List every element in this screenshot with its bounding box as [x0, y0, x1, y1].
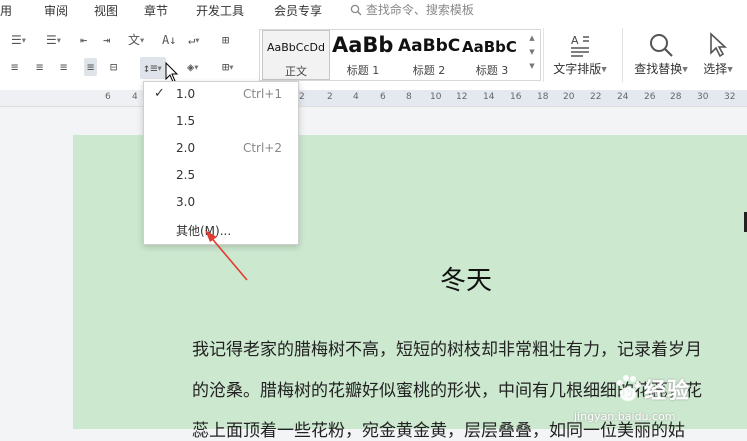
watermark-text: 经验: [644, 379, 691, 404]
ruler-tick: 24: [617, 92, 629, 102]
paragraph-line[interactable]: 我记得老家的腊梅树不高，短短的树枝却非常粗壮有力，记录着岁月: [192, 335, 702, 360]
search-placeholder: 查找命令、搜索模板: [365, 3, 474, 17]
show-marks-icon[interactable]: ↵▼: [188, 31, 199, 50]
baidu-jingyan-watermark: 经验 jingyan.baidu.com: [574, 370, 747, 429]
ruler-tick: 2: [327, 92, 333, 102]
find-replace-button[interactable]: 查找替换▼: [630, 30, 692, 77]
style-heading-2-name: 标题 2: [412, 64, 446, 77]
ruler-tick: 32: [724, 92, 736, 102]
ruler-tick: 6: [380, 92, 386, 102]
text-layout-label: 文字排版: [553, 62, 602, 76]
ruler-tick: 12: [456, 92, 468, 102]
menu-developer-tools[interactable]: 开发工具: [196, 2, 244, 19]
sort-icon[interactable]: A↓: [162, 31, 176, 49]
ruler-tick: 2: [299, 92, 305, 102]
ruler-tick: 6: [105, 92, 111, 102]
ruler-tick: 20: [563, 92, 575, 102]
borders-icon[interactable]: ⊞▼: [222, 58, 233, 77]
option-value: 2.5: [176, 168, 196, 182]
ruler-tick: 4: [353, 92, 359, 102]
chinese-layout-icon[interactable]: 文▼: [128, 31, 144, 50]
ruler-tick: 8: [406, 92, 412, 102]
menu-bar: 用 审阅 视图 章节 开发工具 会员专享 查找命令、搜索模板: [0, 0, 747, 20]
ruler-tick: 28: [670, 92, 682, 102]
check-icon: ✓: [154, 86, 165, 101]
style-heading-1-sample: AaBb: [332, 33, 394, 57]
style-heading-2-sample: AaBbC: [398, 36, 460, 56]
line-spacing-option-2-0[interactable]: 2.0 Ctrl+2: [144, 138, 298, 160]
bullet-list-icon[interactable]: ☰▼: [11, 31, 26, 50]
select-label: 选择: [703, 62, 728, 76]
ruler-tick: 16: [510, 92, 522, 102]
ribbon-divider: [622, 28, 623, 82]
magnifier-icon: [630, 30, 692, 60]
watermark-url: jingyan.baidu.com: [574, 410, 676, 423]
ruler-tick: 22: [590, 92, 602, 102]
styles-gallery: AaBbCcDd 正文 AaBb 标题 1 AaBbC 标题 2 AaBbC 标…: [259, 29, 541, 81]
option-value: 1.0: [176, 87, 196, 101]
menu-view[interactable]: 视图: [94, 2, 118, 19]
text-layout-icon: A: [552, 30, 608, 60]
align-right-icon[interactable]: ≡: [60, 58, 67, 76]
style-heading-3[interactable]: AaBbC 标题 3: [460, 30, 524, 78]
paw-logo-icon: [617, 375, 641, 401]
justify-icon[interactable]: ≡: [84, 58, 98, 76]
line-spacing-menu: ✓ 1.0 Ctrl+1 1.5 2.0 Ctrl+2 2.5 3.0 其他(M…: [143, 81, 299, 245]
shading-icon[interactable]: ◈▼: [187, 58, 198, 77]
annotation-arrow-icon: [205, 230, 248, 281]
ribbon-divider: [543, 28, 544, 82]
ruler-tick: 26: [644, 92, 656, 102]
select-cursor-icon: [698, 30, 738, 60]
option-shortcut: Ctrl+2: [242, 141, 282, 155]
ruler-tick: 4: [132, 92, 138, 102]
ruler-tick: 14: [483, 92, 495, 102]
find-replace-label: 查找替换: [634, 62, 683, 76]
style-heading-3-name: 标题 3: [475, 64, 509, 77]
numbered-list-icon[interactable]: ☰▼: [46, 31, 61, 50]
line-spacing-option-1-5[interactable]: 1.5: [144, 111, 298, 133]
menu-references[interactable]: 用: [0, 2, 12, 19]
chevron-down-icon[interactable]: ▼: [526, 45, 538, 59]
ruler-tick: 10: [430, 92, 442, 102]
expand-icon[interactable]: ▼: [526, 59, 538, 73]
ruler-tick: 30: [697, 92, 709, 102]
menu-review[interactable]: 审阅: [44, 2, 68, 19]
select-button[interactable]: 选择▼: [698, 30, 738, 77]
search-icon: [350, 4, 362, 16]
menu-section[interactable]: 章节: [144, 2, 168, 19]
style-normal[interactable]: AaBbCcDd 正文: [262, 30, 330, 80]
style-normal-name: 正文: [285, 65, 307, 78]
chevron-up-icon[interactable]: ▲: [526, 31, 538, 45]
command-search[interactable]: 查找命令、搜索模板: [350, 1, 474, 18]
option-value: 3.0: [176, 195, 196, 209]
ruler-tick: 18: [537, 92, 549, 102]
styles-scroll[interactable]: ▲ ▼ ▼: [526, 31, 538, 77]
line-spacing-option-1-0[interactable]: ✓ 1.0 Ctrl+1: [144, 84, 298, 106]
distributed-align-icon[interactable]: ⊟: [110, 58, 117, 76]
line-spacing-option-3-0[interactable]: 3.0: [144, 192, 298, 214]
style-heading-3-sample: AaBbC: [462, 38, 517, 56]
horizontal-ruler[interactable]: 6 4 2 2 4 6 8 10 12 14 16 18 20 22 24 26…: [0, 90, 747, 107]
menu-member[interactable]: 会员专享: [274, 2, 322, 19]
option-value: 1.5: [176, 114, 196, 128]
option-shortcut: Ctrl+1: [242, 87, 282, 101]
style-heading-2[interactable]: AaBbC 标题 2: [396, 30, 462, 78]
table-ruler-icon[interactable]: ⊞: [222, 31, 229, 49]
align-left-icon[interactable]: ≡: [11, 58, 18, 76]
line-spacing-button[interactable]: ↕≡▼: [140, 57, 166, 79]
style-heading-1-name: 标题 1: [346, 64, 380, 77]
document-title[interactable]: 冬天: [440, 260, 492, 297]
increase-indent-icon[interactable]: ⇥: [103, 31, 110, 49]
option-value: 2.0: [176, 141, 196, 155]
text-layout-button[interactable]: A 文字排版▼: [552, 30, 608, 77]
align-center-icon[interactable]: ≡: [36, 58, 43, 76]
style-normal-sample: AaBbCcDd: [267, 41, 325, 54]
svg-text:A: A: [571, 34, 579, 47]
decrease-indent-icon[interactable]: ⇤: [80, 31, 87, 49]
style-heading-1[interactable]: AaBb 标题 1: [330, 30, 396, 78]
line-spacing-option-2-5[interactable]: 2.5: [144, 165, 298, 187]
